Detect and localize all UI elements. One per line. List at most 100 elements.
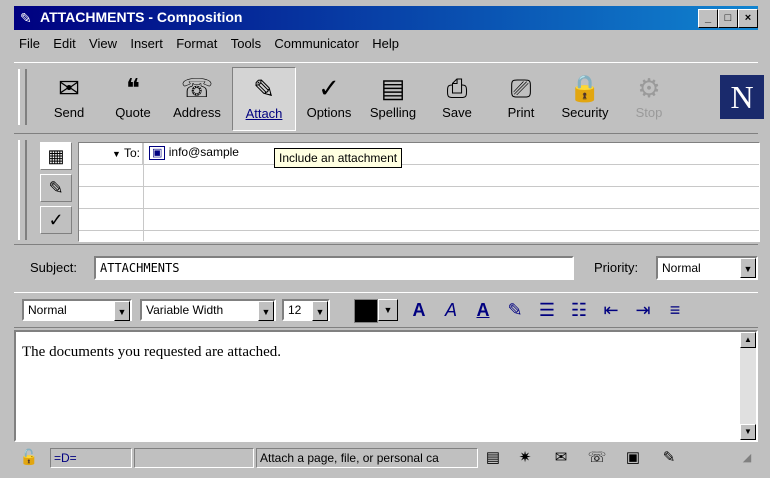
recipient-row[interactable] xyxy=(79,187,759,209)
color-dropdown-button[interactable]: ▼ xyxy=(378,299,398,321)
recipient-list: ▼ To: ▣ info@sample xyxy=(78,142,760,242)
send-button[interactable]: ✉ Send xyxy=(38,67,100,129)
scroll-up-arrow[interactable]: ▲ xyxy=(740,332,756,348)
status-message: Attach a page, file, or personal ca xyxy=(256,448,478,468)
address-tab-icon[interactable]: ▦ xyxy=(40,142,72,170)
attachments-tab-icon[interactable]: ✎ xyxy=(40,174,72,202)
menu-help[interactable]: Help xyxy=(367,33,404,54)
menu-view[interactable]: View xyxy=(84,33,122,54)
menu-insert[interactable]: Insert xyxy=(125,33,168,54)
toolbar-grip[interactable] xyxy=(18,69,27,125)
composer-icon[interactable]: ▣ xyxy=(622,448,644,468)
discussions-icon[interactable]: ☏ xyxy=(586,448,608,468)
decrease-indent-icon[interactable]: ⇤ xyxy=(598,297,624,323)
print-button[interactable]: ⎚ Print xyxy=(490,67,552,129)
increase-indent-icon[interactable]: ⇥ xyxy=(630,297,656,323)
text-color-swatch[interactable] xyxy=(354,299,378,323)
stop-button[interactable]: ⚙ Stop xyxy=(618,67,680,129)
paragraph-style-select[interactable]: Normal ▼ xyxy=(22,299,132,321)
save-label: Save xyxy=(442,105,472,120)
subject-row: Subject: ATTACHMENTS Priority: Normal ▼ xyxy=(14,252,758,282)
recipient-value[interactable]: ▣ info@sample xyxy=(149,145,239,160)
scroll-down-arrow[interactable]: ▼ xyxy=(740,424,756,440)
recipient-row[interactable]: ▼ To: ▣ info@sample xyxy=(79,143,759,165)
options-button[interactable]: ✓ Options xyxy=(298,67,360,129)
recipient-field-type[interactable]: ▼ To: xyxy=(79,143,143,164)
security-status-icon[interactable]: 🔓 xyxy=(18,448,40,468)
address-button[interactable]: ☏ Address xyxy=(166,67,228,129)
stop-icon: ⚙ xyxy=(637,73,661,103)
quote-label: Quote xyxy=(115,105,151,120)
netscape-logo[interactable]: N xyxy=(720,75,764,119)
security-icon: 🔒 xyxy=(568,73,602,103)
options-tab-icon[interactable]: ✓ xyxy=(40,206,72,234)
calendar-icon[interactable]: ✎ xyxy=(658,448,680,468)
attach-icon: ✎ xyxy=(253,74,275,104)
address-icon: ☏ xyxy=(180,73,214,103)
composition-window: ✎ ATTACHMENTS - Composition _ □ × File E… xyxy=(0,0,770,478)
menu-format[interactable]: Format xyxy=(171,33,222,54)
taskbar-component-icon[interactable]: ▤ xyxy=(482,448,504,468)
vertical-scrollbar[interactable]: ▲ ▼ xyxy=(740,332,756,440)
maximize-button[interactable]: □ xyxy=(718,9,738,28)
options-label: Options xyxy=(306,105,352,120)
print-icon: ⎚ xyxy=(510,73,532,103)
quote-icon: ❝ xyxy=(126,73,140,103)
security-button[interactable]: 🔒 Security xyxy=(554,67,616,129)
recipient-row[interactable] xyxy=(79,209,759,231)
close-button[interactable]: × xyxy=(738,9,758,28)
save-button[interactable]: ⎙ Save xyxy=(426,67,488,129)
bulleted-list-icon[interactable]: ☰ xyxy=(534,297,560,323)
formatting-toolbar: Normal ▼ Variable Width ▼ 12 ▼ ▼ A A A ✎… xyxy=(14,292,758,328)
recipient-field-label: To: xyxy=(123,146,140,160)
bold-icon[interactable]: A xyxy=(406,297,432,323)
address-label: Address xyxy=(173,105,221,120)
resize-grip-icon[interactable]: ◢ xyxy=(736,448,758,468)
address-card-icon: ▣ xyxy=(149,146,166,160)
print-label: Print xyxy=(507,105,535,120)
minimize-button[interactable]: _ xyxy=(698,9,718,28)
font-select[interactable]: Variable Width ▼ xyxy=(140,299,276,321)
status-field-blank xyxy=(134,448,254,468)
quote-button[interactable]: ❝ Quote xyxy=(102,67,164,129)
priority-label: Priority: xyxy=(594,260,639,275)
italic-icon[interactable]: A xyxy=(438,297,464,323)
mailbox-icon[interactable]: ✉ xyxy=(550,448,572,468)
spelling-button[interactable]: ▤ Spelling xyxy=(362,67,424,129)
progress-indicator: =D= xyxy=(50,448,132,468)
message-body[interactable]: The documents you requested are attached… xyxy=(14,330,758,442)
underline-icon[interactable]: A xyxy=(470,297,496,323)
chevron-down-icon[interactable]: ▼ xyxy=(258,301,274,321)
title-bar[interactable]: ✎ ATTACHMENTS - Composition _ □ × xyxy=(14,6,758,30)
clear-styles-icon[interactable]: ✎ xyxy=(502,297,528,323)
send-label: Send xyxy=(53,105,85,120)
recipient-row[interactable] xyxy=(79,165,759,187)
status-bar: 🔓 =D= Attach a page, file, or personal c… xyxy=(14,446,758,470)
send-icon: ✉ xyxy=(58,73,80,103)
address-tabs: ▦ ✎ ✓ xyxy=(40,142,78,242)
save-icon: ⎙ xyxy=(446,73,468,103)
message-body-text[interactable]: The documents you requested are attached… xyxy=(22,344,281,361)
font-size-select[interactable]: 12 ▼ xyxy=(282,299,330,321)
menu-tools[interactable]: Tools xyxy=(226,33,266,54)
security-label: Security xyxy=(561,105,609,120)
navigator-icon[interactable]: ✷ xyxy=(514,448,536,468)
menu-file[interactable]: File xyxy=(14,33,45,54)
paragraph-style-value: Normal xyxy=(28,303,67,317)
options-icon: ✓ xyxy=(318,73,340,103)
field-dropdown-icon: ▼ xyxy=(111,149,121,159)
chevron-down-icon[interactable]: ▼ xyxy=(312,301,328,321)
tooltip: Include an attachment xyxy=(274,148,403,168)
chevron-down-icon[interactable]: ▼ xyxy=(114,301,130,321)
window-title: ATTACHMENTS - Composition xyxy=(40,9,243,25)
alignment-icon[interactable]: ≡ xyxy=(662,297,688,323)
attach-button[interactable]: ✎ Attach xyxy=(232,67,296,131)
chevron-down-icon[interactable]: ▼ xyxy=(740,258,756,278)
address-grip[interactable] xyxy=(18,140,27,240)
menu-edit[interactable]: Edit xyxy=(48,33,80,54)
spelling-icon: ▤ xyxy=(380,73,406,103)
priority-select[interactable]: Normal ▼ xyxy=(656,256,758,280)
numbered-list-icon[interactable]: ☷ xyxy=(566,297,592,323)
menu-communicator[interactable]: Communicator xyxy=(269,33,364,54)
subject-input[interactable]: ATTACHMENTS xyxy=(94,256,574,280)
